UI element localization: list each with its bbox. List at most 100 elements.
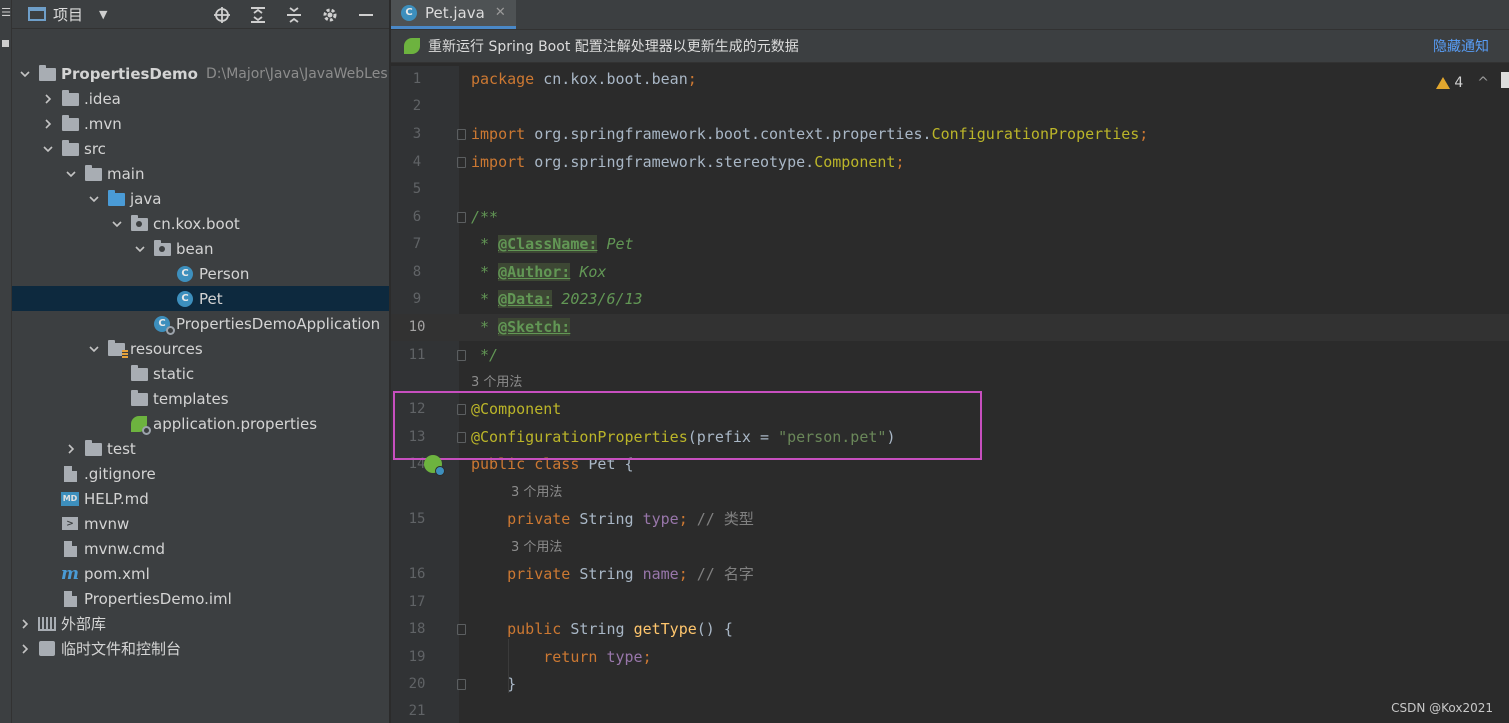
tree-item-label: main — [107, 164, 145, 183]
maven-icon: m — [61, 563, 79, 584]
code-text: * @ClassName: Pet — [471, 235, 634, 253]
code-line[interactable]: 10 * @Sketch: — [391, 314, 1509, 341]
tree-item-label: PropertiesDemo.iml — [84, 589, 232, 608]
tree-item-pom-xml[interactable]: m pom.xml — [12, 561, 389, 586]
tree-item-mvn[interactable]: .mvn — [12, 111, 389, 136]
tree-item-label: mvnw — [84, 514, 130, 533]
locate-file-icon[interactable] — [211, 4, 233, 26]
tree-item-pet[interactable]: C Pet — [12, 286, 389, 311]
tree-item-label: PropertiesDemo — [61, 64, 198, 83]
spring-bean-gutter-icon[interactable] — [424, 455, 445, 476]
tab-pet-java[interactable]: C Pet.java ✕ — [391, 0, 516, 29]
code-line[interactable]: 8 * @Author: Kox — [391, 259, 1509, 286]
code-line[interactable]: 3 import org.springframework.boot.context… — [391, 121, 1509, 148]
chevron-down-icon[interactable] — [110, 217, 124, 231]
spring-properties-icon — [130, 415, 151, 435]
tree-item-label: static — [153, 364, 195, 383]
fold-marker-icon[interactable] — [457, 679, 466, 690]
tree-item-mvnw-cmd[interactable]: mvnw.cmd — [12, 536, 389, 561]
warning-count: 4 — [1454, 75, 1464, 91]
fold-marker-icon[interactable] — [457, 624, 466, 635]
tree-item-idea[interactable]: .idea — [12, 86, 389, 111]
code-line[interactable]: 16 private String name; // 名字 — [391, 561, 1509, 588]
code-text: return type; — [543, 648, 652, 666]
tree-item-[interactable]: 外部库 — [12, 611, 389, 636]
tree-item-label: .idea — [84, 89, 121, 108]
usage-hint-text[interactable]: 3 个用法 — [511, 534, 562, 561]
close-icon[interactable]: ✕ — [495, 5, 506, 20]
chevron-down-icon[interactable] — [64, 167, 78, 181]
code-line[interactable]: 15 private String type; // 类型 — [391, 506, 1509, 533]
chevron-down-icon[interactable] — [133, 242, 147, 256]
chevron-right-icon[interactable] — [18, 617, 32, 631]
fold-marker-icon[interactable] — [457, 157, 466, 168]
hide-notification-link[interactable]: 隐藏通知 — [1433, 36, 1489, 56]
tree-item-templates[interactable]: templates — [12, 386, 389, 411]
chevron-up-icon[interactable]: ^ — [1477, 75, 1489, 91]
fold-marker-icon[interactable] — [457, 350, 466, 361]
gear-icon[interactable] — [319, 4, 341, 26]
tree-item-bean[interactable]: bean — [12, 236, 389, 261]
tree-item-person[interactable]: C Person — [12, 261, 389, 286]
code-line[interactable]: 7 * @ClassName: Pet — [391, 231, 1509, 258]
code-line[interactable]: 17 — [391, 589, 1509, 616]
tree-item-main[interactable]: main — [12, 161, 389, 186]
usage-hint[interactable]: 3 个用法 — [391, 479, 1509, 506]
tree-item-mvnw[interactable]: > mvnw — [12, 511, 389, 536]
line-number: 16 — [408, 566, 426, 582]
code-text: * @Data: 2023/6/13 — [471, 290, 643, 308]
code-line[interactable]: 9 * @Data: 2023/6/13 — [391, 286, 1509, 313]
tree-item-test[interactable]: test — [12, 436, 389, 461]
chevron-down-icon[interactable] — [87, 192, 101, 206]
project-tool-window-icon[interactable]: ☰ — [0, 6, 12, 19]
tree-item-gitignore[interactable]: .gitignore — [12, 461, 389, 486]
code-line[interactable]: 11 */ — [391, 342, 1509, 369]
code-text: } — [471, 675, 517, 693]
tree-item-propertiesdemo[interactable]: PropertiesDemo D:\Major\Java\JavaWebLes — [12, 61, 389, 86]
line-number: 10 — [408, 319, 426, 335]
line-number: 8 — [412, 264, 422, 280]
tree-item-propertiesdemoapplication[interactable]: C PropertiesDemoApplication — [12, 311, 389, 336]
code-line[interactable]: 6 /** — [391, 204, 1509, 231]
tree-item-cn-kox-boot[interactable]: cn.kox.boot — [12, 211, 389, 236]
minimize-icon[interactable] — [355, 4, 377, 26]
tree-item-propertiesdemo-iml[interactable]: PropertiesDemo.iml — [12, 586, 389, 611]
structure-tool-window-icon[interactable] — [2, 40, 9, 47]
tree-item-src[interactable]: src — [12, 136, 389, 161]
chevron-right-icon[interactable] — [41, 92, 55, 106]
code-line[interactable]: 1 package cn.kox.boot.bean; — [391, 66, 1509, 93]
tree-item-[interactable]: 临时文件和控制台 — [12, 636, 389, 661]
expand-all-icon[interactable] — [247, 4, 269, 26]
tree-item-application-properties[interactable]: application.properties — [12, 411, 389, 436]
inspection-widget[interactable]: 4 ^ — [1436, 75, 1489, 91]
collapse-all-icon[interactable] — [283, 4, 305, 26]
usage-hint[interactable]: 3 个用法 — [391, 534, 1509, 561]
code-line[interactable]: 21 — [391, 698, 1509, 723]
tree-item-help-md[interactable]: MD HELP.md — [12, 486, 389, 511]
line-number: 11 — [408, 347, 426, 363]
fold-marker-icon[interactable] — [457, 129, 466, 140]
code-line[interactable]: 20 } — [391, 671, 1509, 698]
scrollbar-marker[interactable] — [1501, 72, 1509, 88]
usage-hint-text[interactable]: 3 个用法 — [511, 479, 562, 506]
chevron-down-icon[interactable]: ▼ — [99, 8, 107, 21]
tree-item-label: .gitignore — [84, 464, 156, 483]
tree-item-resources[interactable]: resources — [12, 336, 389, 361]
code-line[interactable]: 2 — [391, 93, 1509, 120]
chevron-down-icon[interactable] — [41, 142, 55, 156]
chevron-down-icon[interactable] — [87, 342, 101, 356]
line-number: 4 — [412, 154, 422, 170]
fold-marker-icon[interactable] — [457, 212, 466, 223]
tree-item-static[interactable]: static — [12, 361, 389, 386]
code-line[interactable]: 18 public String getType() { — [391, 616, 1509, 643]
annotation-highlight-box — [393, 391, 982, 460]
chevron-right-icon[interactable] — [18, 642, 32, 656]
code-line[interactable]: 4 import org.springframework.stereotype.C… — [391, 149, 1509, 176]
chevron-right-icon[interactable] — [41, 117, 55, 131]
code-line[interactable]: 5 — [391, 176, 1509, 203]
chevron-down-icon[interactable] — [18, 67, 32, 81]
tree-item-java[interactable]: java — [12, 186, 389, 211]
code-line[interactable]: 19 return type; — [391, 644, 1509, 671]
chevron-right-icon[interactable] — [64, 442, 78, 456]
tree-item-label: cn.kox.boot — [153, 214, 240, 233]
